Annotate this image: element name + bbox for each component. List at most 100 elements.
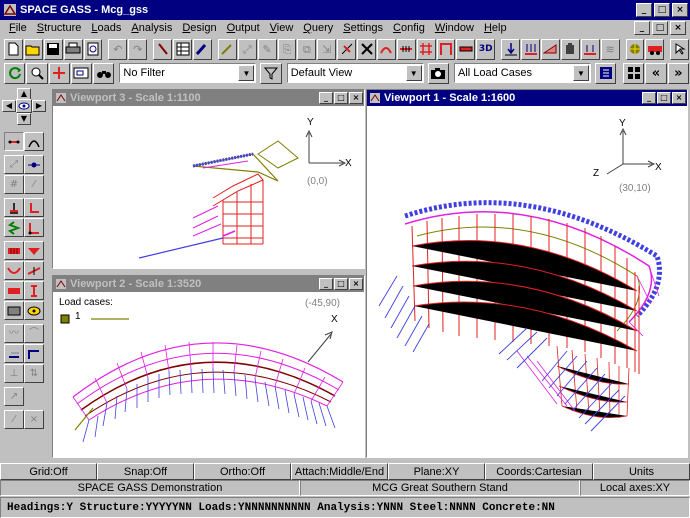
snap-toggle[interactable]: Snap:Off <box>97 463 194 480</box>
plane-toggle[interactable]: Plane:XY <box>388 463 485 480</box>
rotate-left-icon[interactable]: ◀ <box>2 100 16 112</box>
line-disabled-icon[interactable]: ⁄ <box>24 175 44 194</box>
restraint-fixed-icon[interactable] <box>4 198 24 217</box>
help-pointer-icon[interactable] <box>670 38 690 60</box>
triangle-tool-icon[interactable] <box>24 241 44 260</box>
chevron-down-icon[interactable]: ▼ <box>238 65 255 81</box>
minimize-button[interactable]: _ <box>319 278 333 290</box>
viewport-3-titlebar[interactable]: Viewport 3 - Scale 1:1100 _ □ × <box>53 90 364 106</box>
draw-pencil-icon[interactable] <box>217 38 237 60</box>
maximize-button[interactable]: □ <box>334 92 348 104</box>
three-d-icon[interactable]: 3D <box>476 38 496 60</box>
plate-tool-icon[interactable] <box>4 241 24 260</box>
menu-window[interactable]: Window <box>430 22 479 34</box>
load-cases-select[interactable]: All Load Cases ▼ <box>454 63 592 83</box>
menu-design[interactable]: Design <box>177 22 221 34</box>
member-load-icon[interactable] <box>521 38 540 60</box>
minimize-button[interactable]: _ <box>636 3 652 17</box>
attach-toggle[interactable]: Attach:Middle/End <box>291 463 388 480</box>
grid-toggle[interactable]: Grid:Off <box>0 463 97 480</box>
menu-structure[interactable]: Structure <box>32 22 87 34</box>
draw-member-icon[interactable]: ⤢ <box>237 38 257 60</box>
grid-disabled-icon[interactable]: # <box>4 175 24 194</box>
spring-icon[interactable] <box>4 218 24 237</box>
arc-icon[interactable] <box>376 38 396 60</box>
menu-output[interactable]: Output <box>222 22 265 34</box>
menu-query[interactable]: Query <box>298 22 338 34</box>
menu-analysis[interactable]: Analysis <box>126 22 177 34</box>
steel-design-icon[interactable] <box>645 38 665 60</box>
restraint-pinned-icon[interactable] <box>24 198 44 217</box>
viewport-2-titlebar[interactable]: Viewport 2 - Scale 1:3520 _ □ × <box>53 276 364 292</box>
viewport-2-canvas[interactable] <box>53 292 364 457</box>
frame-icon[interactable] <box>436 38 456 60</box>
undo-icon[interactable]: ↶ <box>108 38 128 60</box>
print-icon[interactable] <box>63 38 83 60</box>
node-link-icon[interactable] <box>24 155 44 174</box>
select-arrow-icon[interactable] <box>153 38 173 60</box>
distributed-load-icon[interactable] <box>541 38 560 60</box>
measure-disabled-icon[interactable]: ⁄ <box>4 410 24 429</box>
view-3d-icon[interactable] <box>4 344 24 363</box>
view-eye-icon[interactable] <box>16 99 32 113</box>
open-folder-icon[interactable] <box>23 38 43 60</box>
tile-windows-icon[interactable] <box>623 62 645 84</box>
rotate-down-icon[interactable]: ▼ <box>17 113 31 125</box>
column-tool-icon[interactable] <box>24 281 44 300</box>
grid-input-icon[interactable] <box>173 38 192 60</box>
delete-cross-icon[interactable] <box>357 38 376 60</box>
previous-view-icon[interactable]: « <box>645 62 667 84</box>
menu-config[interactable]: Config <box>388 22 430 34</box>
copy-icon[interactable]: ⎘ <box>277 38 297 60</box>
render-icon[interactable] <box>24 344 44 363</box>
maximize-button[interactable]: □ <box>654 3 670 17</box>
hash-grid-icon[interactable] <box>416 38 436 60</box>
scale-disabled-icon[interactable]: ↗ <box>4 387 24 406</box>
binoculars-icon[interactable] <box>93 62 115 84</box>
filter-funnel-icon[interactable] <box>260 62 282 84</box>
mdi-restore-button[interactable]: □ <box>652 21 668 35</box>
move-icon[interactable]: ⇲ <box>317 38 337 60</box>
menu-view[interactable]: View <box>265 22 299 34</box>
viewport-1[interactable]: Viewport 1 - Scale 1:1600 _ □ × Y X Z (3… <box>366 89 688 458</box>
clear-disabled-icon[interactable]: × <box>24 410 44 429</box>
pan-icon[interactable] <box>48 62 70 84</box>
print-preview-icon[interactable] <box>83 38 103 60</box>
bend-tool-icon[interactable] <box>4 261 24 280</box>
label-disabled-icon[interactable]: ⇅ <box>24 364 44 383</box>
close-button[interactable]: × <box>349 92 363 104</box>
new-file-icon[interactable] <box>4 38 23 60</box>
refresh-icon[interactable] <box>4 62 26 84</box>
edit-member-icon[interactable]: ✎ <box>257 38 277 60</box>
ortho-toggle[interactable]: Ortho:Off <box>194 463 291 480</box>
moment-disabled-icon[interactable]: ⌒ <box>24 324 44 343</box>
menu-settings[interactable]: Settings <box>338 22 388 34</box>
close-button[interactable]: × <box>672 3 688 17</box>
viewport-3[interactable]: Viewport 3 - Scale 1:1100 _ □ × Y X (0,0… <box>52 89 365 269</box>
node-load-icon[interactable] <box>501 38 521 60</box>
thermal-load-icon[interactable]: ≋ <box>600 38 620 60</box>
filter-select[interactable]: No Filter ▼ <box>119 63 257 83</box>
close-button[interactable]: × <box>349 278 363 290</box>
axes-disabled-icon[interactable]: ⊥ <box>4 364 24 383</box>
release-icon[interactable] <box>24 218 44 237</box>
section-icon[interactable] <box>456 38 476 60</box>
menu-help[interactable]: Help <box>479 22 512 34</box>
close-button[interactable]: × <box>672 92 686 104</box>
maximize-button[interactable]: □ <box>334 278 348 290</box>
viewport-1-canvas[interactable] <box>367 106 687 457</box>
redo-icon[interactable]: ↷ <box>128 38 148 60</box>
camera-icon[interactable] <box>427 62 449 84</box>
analysis-icon[interactable] <box>625 38 645 60</box>
chevron-down-icon[interactable]: ▼ <box>573 65 590 81</box>
design-check-icon[interactable] <box>24 301 44 320</box>
deflection-disabled-icon[interactable]: 〰 <box>4 324 24 343</box>
curve-tool-icon[interactable] <box>24 132 44 151</box>
self-weight-icon[interactable] <box>560 38 580 60</box>
zoom-icon[interactable] <box>26 62 48 84</box>
node-tool-icon[interactable] <box>4 132 24 151</box>
coords-toggle[interactable]: Coords:Cartesian <box>485 463 593 480</box>
section-tool-icon[interactable] <box>4 281 24 300</box>
menu-loads[interactable]: Loads <box>86 22 126 34</box>
minimize-button[interactable]: _ <box>319 92 333 104</box>
